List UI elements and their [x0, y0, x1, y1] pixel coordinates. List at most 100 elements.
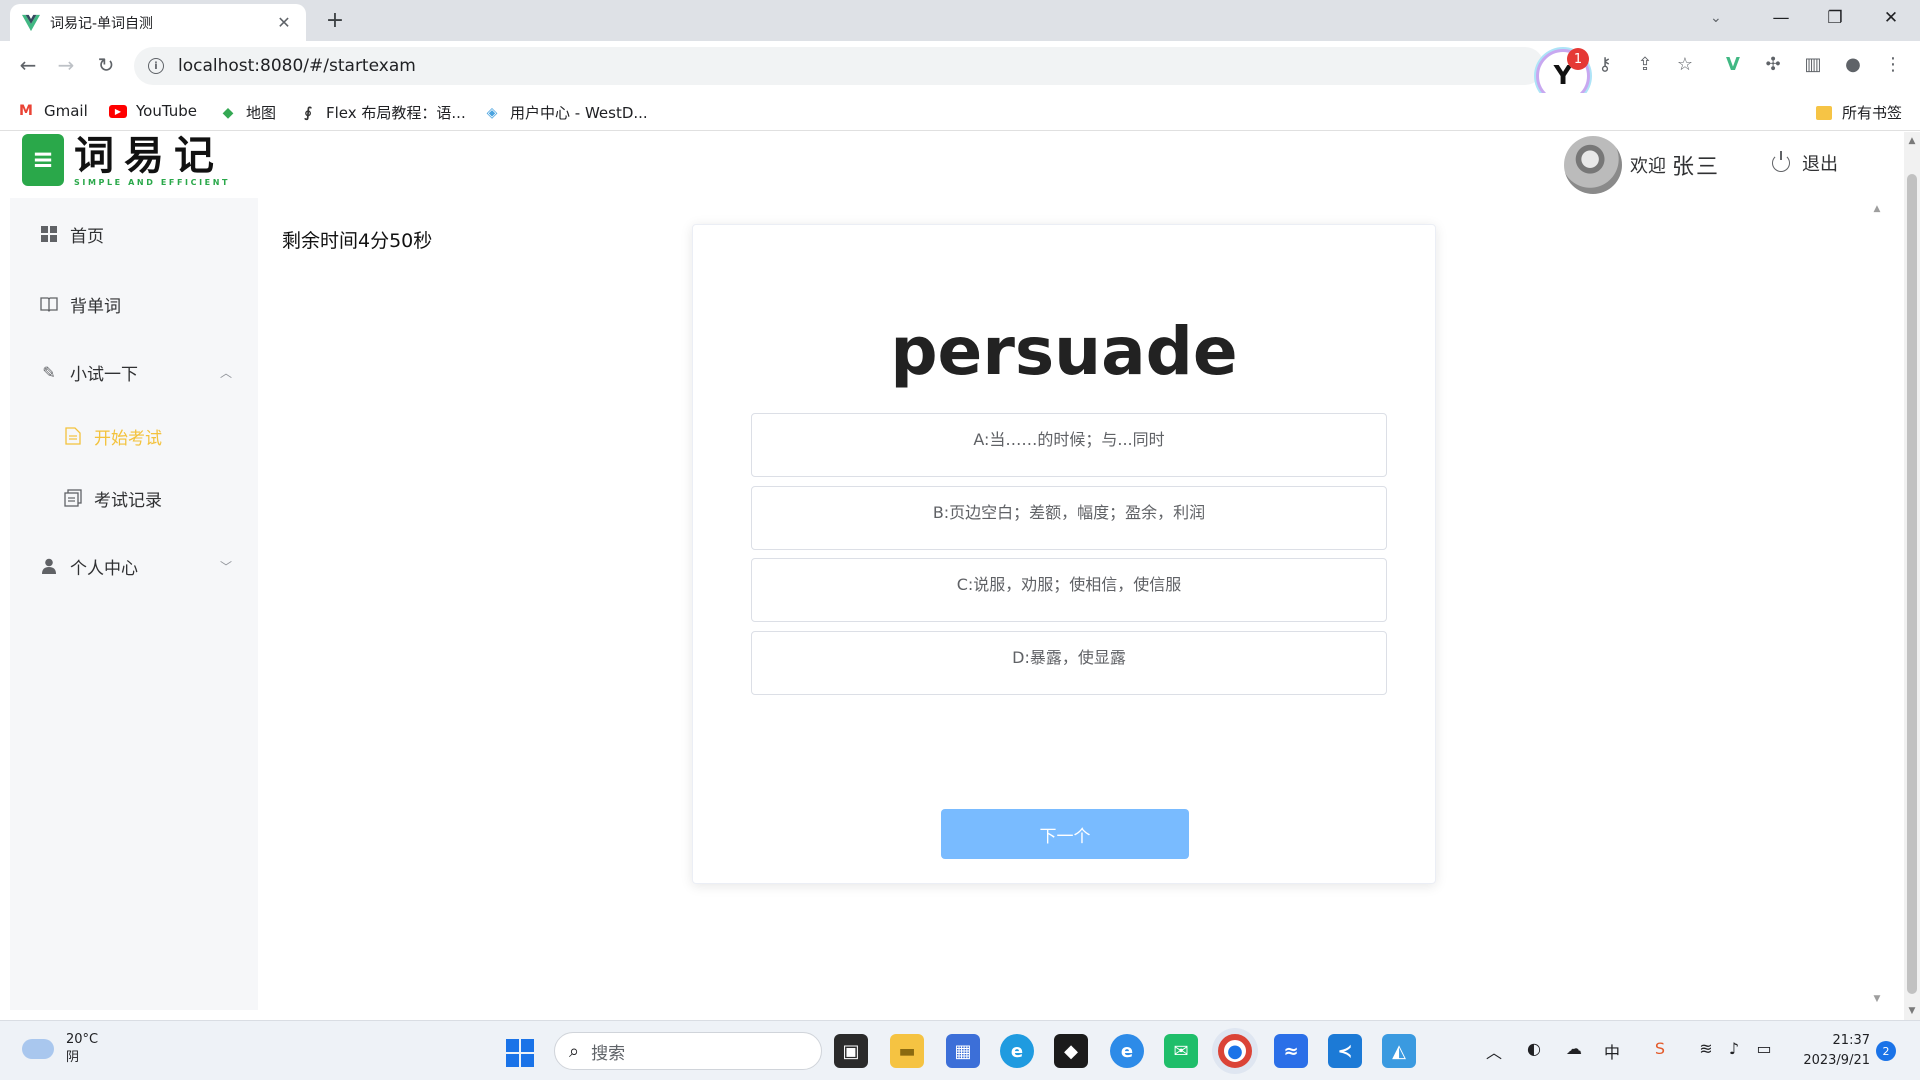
date: 2023/9/21: [1803, 1053, 1870, 1068]
ime-indicator[interactable]: 中: [1600, 1039, 1624, 1063]
option-a[interactable]: A:当……的时候；与...同时: [751, 413, 1387, 477]
photos-icon[interactable]: ◭: [1382, 1034, 1416, 1068]
grid-icon: [40, 225, 58, 243]
bookmark-westd[interactable]: ◈ 用户中心 - WestD...: [482, 102, 648, 123]
kebab-menu-icon[interactable]: ⋮: [1879, 54, 1907, 75]
main-content: 剩余时间4分50秒 persuade A:当……的时候；与...同时 B:页边空…: [258, 198, 1870, 1010]
chrome-icon[interactable]: ●: [1218, 1034, 1252, 1068]
share-icon[interactable]: ⇪: [1631, 54, 1659, 75]
option-d[interactable]: D:暴露，使显露: [751, 631, 1387, 695]
browser-tabbar: 词易记-单词自测 ✕ + ⌄ — ❐ ✕: [0, 0, 1920, 41]
content-scrollbar[interactable]: ▲ ▼: [1870, 198, 1884, 1010]
maps-icon: ◆: [222, 104, 234, 121]
browser-tab-active[interactable]: 词易记-单词自测 ✕: [10, 4, 306, 41]
scroll-down-icon[interactable]: ▼: [1870, 994, 1884, 1004]
tray-overflow-icon[interactable]: ︿: [1482, 1039, 1506, 1063]
logout-button[interactable]: 退出: [1772, 150, 1838, 176]
minimize-button[interactable]: —: [1766, 8, 1796, 28]
bookmark-gmail[interactable]: M Gmail: [16, 102, 88, 120]
sidebar-item-quiz[interactable]: ✎ 小试一下 ︿: [10, 344, 258, 400]
cloud-icon: [22, 1039, 54, 1059]
sidebar-item-study[interactable]: 背单词: [10, 276, 258, 332]
file-explorer-icon[interactable]: ▬: [890, 1034, 924, 1068]
chevron-up-icon: ︿: [219, 365, 232, 380]
scroll-up-icon[interactable]: ▲: [1870, 204, 1884, 214]
weather-widget[interactable]: 20°C 阴: [22, 1031, 98, 1067]
browser-toolbar: ← → ↻ i localhost:8080/#/startexam Y 1 ⚷…: [0, 41, 1920, 103]
bookmark-youtube[interactable]: ▶ YouTube: [108, 102, 197, 120]
wechat-icon[interactable]: ✉: [1164, 1034, 1198, 1068]
page-scroll-down-icon[interactable]: ▼: [1904, 1006, 1920, 1016]
start-icon[interactable]: [506, 1039, 534, 1067]
bookmark-label: Gmail: [44, 102, 88, 120]
page-scrollbar[interactable]: ▲ ▼: [1904, 132, 1920, 1020]
extensions-puzzle-icon[interactable]: ✣: [1759, 54, 1787, 75]
all-bookmarks[interactable]: 所有书签: [1815, 102, 1902, 123]
flex-icon: ∮: [304, 104, 312, 121]
onedrive-icon[interactable]: ☁: [1562, 1039, 1586, 1058]
folder-icon: [1815, 105, 1832, 120]
security-icon[interactable]: S: [1648, 1039, 1672, 1058]
option-c[interactable]: C:说服，劝服；使相信，使信服: [751, 558, 1387, 622]
wifi-icon[interactable]: ≋: [1694, 1039, 1718, 1058]
sidebar-item-label: 个人中心: [70, 558, 138, 579]
sidebar-item-home[interactable]: 首页: [10, 206, 258, 262]
search-placeholder: 搜索: [591, 1043, 626, 1064]
logo[interactable]: ≡ 词易记 SIMPLE AND EFFICIENT: [22, 134, 230, 187]
volume-icon[interactable]: ♪: [1722, 1039, 1746, 1058]
url-text[interactable]: localhost:8080/#/startexam: [178, 56, 416, 76]
unity-icon[interactable]: ◆: [1054, 1034, 1088, 1068]
battery-icon[interactable]: ▭: [1752, 1039, 1776, 1058]
address-bar[interactable]: i localhost:8080/#/startexam: [134, 47, 1544, 85]
restore-button[interactable]: ❐: [1820, 8, 1850, 28]
sidebar-item-start-exam[interactable]: 开始考试: [10, 408, 258, 464]
side-panel-icon[interactable]: ▥: [1799, 54, 1827, 75]
page-scroll-up-icon[interactable]: ▲: [1904, 136, 1920, 146]
logo-subtitle: SIMPLE AND EFFICIENT: [74, 178, 231, 187]
qq-icon[interactable]: ◐: [1522, 1039, 1546, 1058]
next-button[interactable]: 下一个: [941, 809, 1189, 859]
all-bookmarks-label: 所有书签: [1841, 104, 1902, 122]
exam-word: persuade: [890, 313, 1238, 390]
bookmark-label: YouTube: [136, 102, 197, 120]
page-scroll-thumb[interactable]: [1907, 174, 1917, 994]
vue-favicon-icon: [22, 14, 40, 31]
profile-icon[interactable]: ●: [1839, 54, 1867, 75]
site-info-icon[interactable]: i: [148, 58, 164, 74]
bookmark-label: Flex 布局教程：语...: [326, 104, 466, 122]
chevron-down-icon: ﹀: [219, 559, 232, 574]
app-header: ≡ 词易记 SIMPLE AND EFFICIENT 欢迎 张三 退出: [0, 132, 1904, 198]
gmail-icon: M: [19, 103, 33, 119]
vue-devtools-icon[interactable]: V: [1719, 54, 1747, 75]
taskbar-search[interactable]: ⌕ 搜索: [554, 1032, 822, 1070]
sidebar-item-profile[interactable]: 个人中心 ﹀: [10, 538, 258, 594]
notification-badge[interactable]: 2: [1876, 1041, 1896, 1061]
avatar[interactable]: [1564, 136, 1622, 194]
task-view-icon[interactable]: ▣: [834, 1034, 868, 1068]
store-icon[interactable]: ▦: [946, 1034, 980, 1068]
back-icon[interactable]: ←: [14, 53, 42, 77]
clock[interactable]: 21:37 2023/9/21: [1796, 1031, 1870, 1071]
user-icon: [40, 557, 58, 575]
edge-icon[interactable]: e: [1000, 1034, 1034, 1068]
user-area[interactable]: 欢迎 张三: [1564, 136, 1720, 194]
sidebar-item-exam-records[interactable]: 考试记录: [10, 470, 258, 526]
option-b[interactable]: B:页边空白；差额，幅度；盈余，利润: [751, 486, 1387, 550]
book-icon: [40, 295, 58, 313]
reload-icon[interactable]: ↻: [92, 53, 120, 77]
bookmark-maps[interactable]: ◆ 地图: [218, 102, 276, 123]
star-icon[interactable]: ☆: [1671, 54, 1699, 75]
key-icon[interactable]: ⚷: [1591, 54, 1619, 75]
tab-search-icon[interactable]: ⌄: [1710, 10, 1722, 26]
forward-icon[interactable]: →: [52, 53, 80, 77]
ie-icon[interactable]: e: [1110, 1034, 1144, 1068]
logout-label: 退出: [1802, 154, 1838, 175]
sidebar-item-label: 开始考试: [94, 428, 162, 449]
vscode-icon[interactable]: ≺: [1328, 1034, 1362, 1068]
tab-close-icon[interactable]: ✕: [274, 13, 294, 32]
new-tab-button[interactable]: +: [322, 8, 348, 33]
close-window-button[interactable]: ✕: [1876, 8, 1906, 28]
bookmark-flex[interactable]: ∮ Flex 布局教程：语...: [298, 102, 466, 123]
document-icon: [64, 427, 82, 445]
feishu-icon[interactable]: ≈: [1274, 1034, 1308, 1068]
